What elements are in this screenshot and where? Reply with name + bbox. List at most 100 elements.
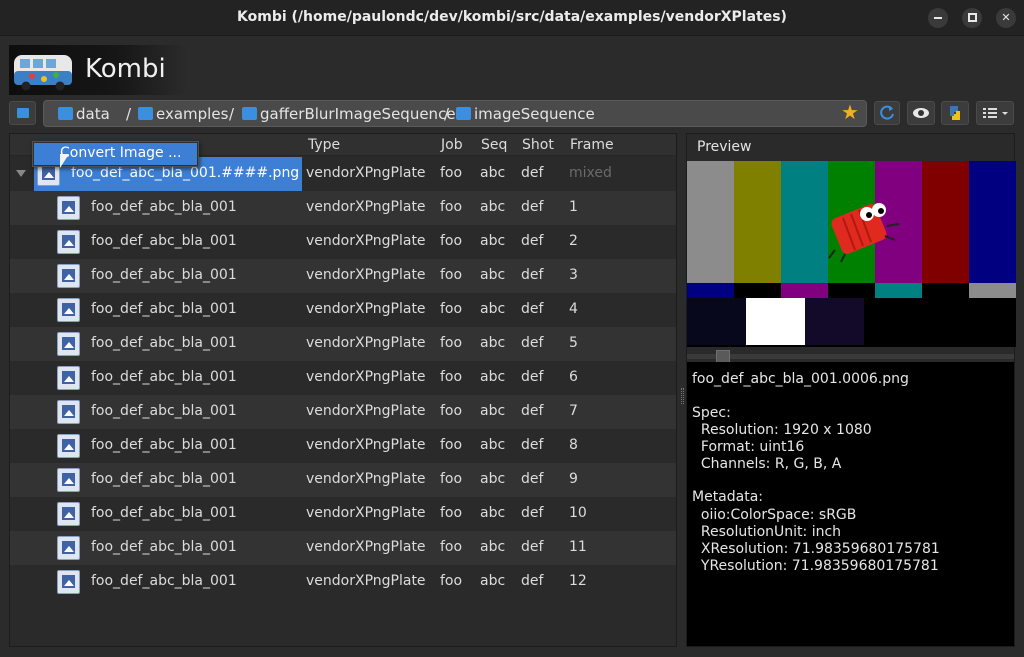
breadcrumb-separator: / xyxy=(229,105,235,123)
folder-icon xyxy=(242,107,257,120)
folder-icon xyxy=(58,107,73,120)
list-view-icon xyxy=(983,108,1008,118)
convert-image-menu-item[interactable]: Convert Image ... xyxy=(34,143,197,165)
table-row[interactable]: foo_def_abc_bla_001 vendorXPngPlate foo … xyxy=(10,293,676,327)
table-row[interactable]: foo_def_abc_bla_001 vendorXPngPlate foo … xyxy=(10,361,676,395)
preview-file-name: foo_def_abc_bla_001.0006.png xyxy=(692,371,909,387)
file-job: foo xyxy=(440,471,463,487)
star-icon[interactable]: ★ xyxy=(841,102,859,122)
table-row[interactable]: foo_def_abc_bla_001 vendorXPngPlate foo … xyxy=(10,395,676,429)
frame-slider[interactable] xyxy=(687,354,1014,359)
file-type: vendorXPngPlate xyxy=(306,403,426,419)
file-frame: 1 xyxy=(569,199,578,215)
minimize-button[interactable] xyxy=(928,8,948,28)
file-name: foo_def_abc_bla_001 xyxy=(91,437,237,453)
strip-magenta xyxy=(781,283,828,298)
preview-title: Preview xyxy=(697,139,752,155)
folder-icon xyxy=(138,107,153,120)
file-job: foo xyxy=(440,403,463,419)
preview-image xyxy=(687,161,1016,347)
eye-icon xyxy=(913,108,929,118)
table-row[interactable]: foo_def_abc_bla_001 vendorXPngPlate foo … xyxy=(10,191,676,225)
file-type: vendorXPngPlate xyxy=(306,539,426,555)
metadata-resolution-unit: ResolutionUnit: inch xyxy=(692,524,842,540)
kombi-van-icon xyxy=(14,55,72,91)
file-seq: abc xyxy=(480,335,506,351)
mouse-cursor-icon xyxy=(60,154,69,168)
table-row[interactable]: foo_def_abc_bla_001 vendorXPngPlate foo … xyxy=(10,429,676,463)
breadcrumb-imagesequence[interactable]: imageSequence xyxy=(456,105,595,123)
table-row[interactable]: foo_def_abc_bla_001 vendorXPngPlate foo … xyxy=(10,531,676,565)
breadcrumb-gafferblurimagesequence[interactable]: gafferBlurImageSequence xyxy=(242,105,456,123)
file-seq: abc xyxy=(480,199,506,215)
breadcrumb: data / examples / gafferBlurImageSequenc… xyxy=(43,100,867,127)
file-shot: def xyxy=(521,335,544,351)
visibility-button[interactable] xyxy=(907,101,935,125)
image-info: foo_def_abc_bla_001.0006.png Spec: Resol… xyxy=(687,362,1014,646)
metadata-colorspace: oiio:ColorSpace: sRGB xyxy=(692,507,857,523)
file-shot: def xyxy=(521,165,544,181)
color-bar-gray xyxy=(687,161,734,283)
breadcrumb-data[interactable]: data xyxy=(58,105,110,123)
file-seq: abc xyxy=(480,301,506,317)
image-file-icon xyxy=(57,230,80,254)
spec-resolution: Resolution: 1920 x 1080 xyxy=(692,422,872,438)
table-row[interactable]: foo_def_abc_bla_001 vendorXPngPlate foo … xyxy=(10,259,676,293)
breadcrumb-separator: / xyxy=(126,105,132,123)
file-name: foo_def_abc_bla_001 xyxy=(91,403,237,419)
file-job: foo xyxy=(440,165,463,181)
image-file-icon xyxy=(57,570,80,594)
maximize-button[interactable] xyxy=(962,8,982,28)
close-button[interactable]: ✕ xyxy=(996,8,1016,28)
breadcrumb-examples[interactable]: examples xyxy=(138,105,228,123)
column-header-type[interactable]: Type xyxy=(308,137,340,153)
python-button[interactable] xyxy=(941,101,969,125)
table-row[interactable]: foo_def_abc_bla_001 vendorXPngPlate foo … xyxy=(10,463,676,497)
file-name: foo_def_abc_bla_001 xyxy=(91,539,237,555)
spec-format: Format: uint16 xyxy=(692,439,805,455)
column-header-frame[interactable]: Frame xyxy=(570,137,614,153)
file-type: vendorXPngPlate xyxy=(306,335,426,351)
browse-folder-button[interactable] xyxy=(9,101,36,125)
table-row[interactable]: foo_def_abc_bla_001 vendorXPngPlate foo … xyxy=(10,565,676,599)
file-frame: 3 xyxy=(569,267,578,283)
file-frame: mixed xyxy=(569,165,612,181)
file-name: foo_def_abc_bla_001 xyxy=(91,301,237,317)
pluge-purple xyxy=(805,298,864,345)
file-shot: def xyxy=(521,539,544,555)
file-seq: abc xyxy=(480,233,506,249)
metadata-y-resolution: YResolution: 71.98359680175781 xyxy=(692,558,939,574)
file-name: foo_def_abc_bla_001 xyxy=(91,573,237,589)
image-file-icon xyxy=(57,196,80,220)
table-row[interactable]: foo_def_abc_bla_001 vendorXPngPlate foo … xyxy=(10,497,676,531)
file-shot: def xyxy=(521,573,544,589)
refresh-button[interactable] xyxy=(874,101,900,125)
column-header-job[interactable]: Job xyxy=(441,137,463,153)
table-row[interactable]: foo_def_abc_bla_001 vendorXPngPlate foo … xyxy=(10,225,676,259)
file-name: foo_def_abc_bla_001 xyxy=(91,505,237,521)
file-shot: def xyxy=(521,369,544,385)
folder-icon xyxy=(456,107,471,120)
file-tree[interactable]: Type Job Seq Shot Frame foo_def_abc_bla_… xyxy=(9,133,677,647)
column-header-seq[interactable]: Seq xyxy=(481,137,507,153)
file-frame: 9 xyxy=(569,471,578,487)
image-file-icon xyxy=(57,298,80,322)
file-name: foo_def_abc_bla_001 xyxy=(91,267,237,283)
file-frame: 8 xyxy=(569,437,578,453)
close-icon: ✕ xyxy=(1001,11,1011,24)
column-header-shot[interactable]: Shot xyxy=(522,137,554,153)
pluge-white xyxy=(746,298,805,345)
expand-arrow-icon[interactable] xyxy=(16,170,26,177)
file-seq: abc xyxy=(480,539,506,555)
image-file-icon xyxy=(57,332,80,356)
panel-splitter-handle[interactable] xyxy=(681,388,684,404)
image-file-icon xyxy=(57,434,80,458)
pluge-dark xyxy=(687,298,746,345)
color-bar-cyan xyxy=(781,161,828,283)
file-shot: def xyxy=(521,471,544,487)
table-row[interactable]: foo_def_abc_bla_001 vendorXPngPlate foo … xyxy=(10,327,676,361)
file-type: vendorXPngPlate xyxy=(306,301,426,317)
view-mode-button[interactable] xyxy=(976,101,1014,125)
file-seq: abc xyxy=(480,573,506,589)
file-type: vendorXPngPlate xyxy=(306,267,426,283)
